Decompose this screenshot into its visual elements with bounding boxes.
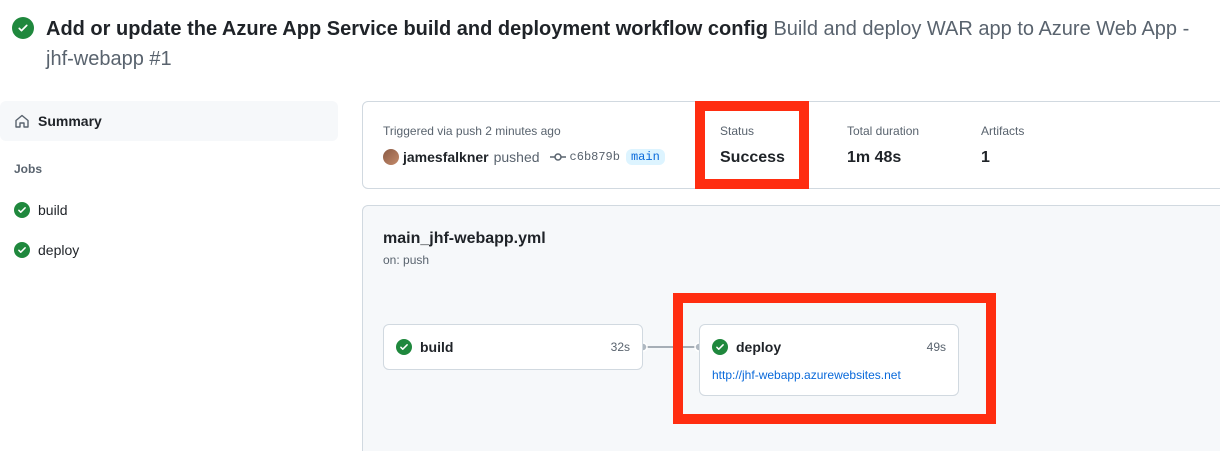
avatar[interactable]: [383, 149, 399, 165]
push-info: jamesfalkner pushed c6b879b main: [383, 149, 665, 165]
git-commit-icon: [549, 153, 566, 161]
commit-sha-link[interactable]: c6b879b: [570, 150, 620, 164]
push-action: pushed: [493, 149, 540, 165]
success-check-icon: [12, 17, 34, 39]
run-sidebar: Summary Jobs build deploy: [0, 101, 338, 270]
run-header: Add or update the Azure App Service buil…: [12, 14, 1212, 74]
home-icon: [15, 114, 29, 128]
duration-label: Total duration: [847, 124, 920, 138]
duration-value: 1m 48s: [847, 149, 902, 166]
sidebar-item-label: Summary: [38, 113, 102, 129]
artifacts-label: Artifacts: [981, 124, 1025, 138]
workflow-trigger: on: push: [383, 253, 430, 267]
commit-message: Add or update the Azure App Service buil…: [46, 18, 768, 40]
sidebar-item-build[interactable]: build: [0, 190, 338, 230]
job-duration: 32s: [610, 340, 630, 354]
artifacts-value[interactable]: 1: [981, 149, 1024, 167]
artifacts-stat: Artifacts 1: [981, 124, 1024, 167]
sidebar-item-label: deploy: [38, 242, 80, 258]
success-check-icon: [396, 339, 412, 355]
job-card-build[interactable]: build 32s: [383, 324, 643, 370]
duration-stat: Total duration 1m 48s: [847, 124, 919, 167]
branch-badge[interactable]: main: [625, 149, 665, 165]
jobs-heading: Jobs: [14, 162, 43, 176]
sidebar-item-label: build: [38, 202, 68, 218]
success-check-icon: [14, 202, 30, 218]
sidebar-item-deploy[interactable]: deploy: [0, 230, 338, 270]
sidebar-item-summary[interactable]: Summary: [0, 101, 338, 141]
actor-link[interactable]: jamesfalkner: [403, 149, 489, 165]
run-title: Add or update the Azure App Service buil…: [46, 14, 1212, 74]
job-name: build: [420, 339, 454, 355]
deploy-highlight-box: [673, 293, 996, 424]
trigger-text: Triggered via push 2 minutes ago: [383, 124, 561, 138]
status-highlight-box: [695, 101, 809, 189]
workflow-file-name: main_jhf-webapp.yml: [383, 230, 546, 247]
success-check-icon: [14, 242, 30, 258]
